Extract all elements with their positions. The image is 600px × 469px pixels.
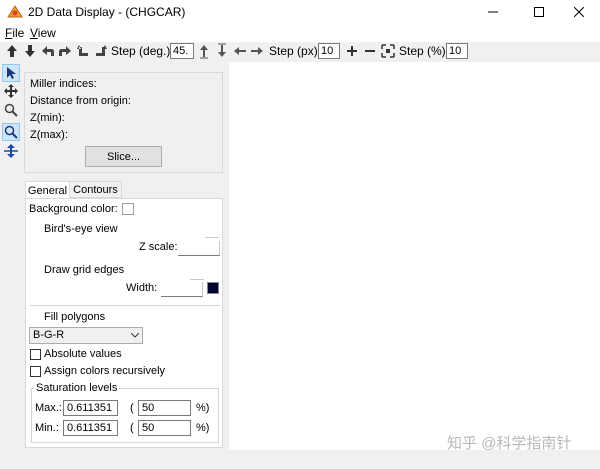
fit-view-icon[interactable] [380, 43, 396, 59]
width-label: Width: [126, 282, 158, 294]
zmax-label: Z(max): [30, 129, 68, 141]
move-icon [4, 84, 18, 98]
max-value-input[interactable]: 0.611351 [63, 400, 118, 416]
zmin-label: Z(min): [30, 112, 65, 124]
max-percent-suffix: %) [196, 402, 210, 414]
toolbar: Step (deg.): 45. Step (px): 10 Step (%):… [0, 42, 600, 61]
absolute-values-label: Absolute values [44, 348, 122, 360]
assign-colors-checkbox[interactable] [30, 366, 41, 377]
width-input[interactable] [161, 282, 203, 297]
menu-file[interactable]: File [5, 26, 24, 40]
tab-general[interactable]: General [25, 181, 70, 199]
fill-scheme-select[interactable]: B-G-R [29, 327, 143, 344]
tool-strip [0, 62, 22, 462]
z-scale-label: Z scale: [139, 241, 178, 253]
slice-button[interactable]: Slice... [85, 146, 162, 167]
magnifier-active-icon [4, 125, 18, 139]
z-scale-divider [205, 237, 219, 238]
step-px-label: Step (px): [269, 44, 322, 58]
z-scale-input[interactable] [178, 241, 220, 256]
pointer-icon [7, 67, 16, 79]
zoom-tool[interactable] [2, 101, 20, 119]
z-scale-tool[interactable] [2, 142, 20, 160]
step-deg-input[interactable]: 45. [170, 43, 194, 59]
window-title: 2D Data Display - (CHGCAR) [28, 5, 186, 19]
vertical-resize-icon [4, 144, 18, 158]
arrow-left-icon[interactable] [232, 43, 248, 59]
pan-tool[interactable] [2, 82, 20, 100]
min-percent-input[interactable]: 50 [138, 420, 191, 436]
minimize-button[interactable] [470, 0, 516, 24]
min-percent-suffix: %) [196, 422, 210, 434]
background-color-swatch[interactable] [122, 203, 134, 215]
select-tool[interactable] [2, 64, 20, 82]
step-pct-label: Step (%): [399, 44, 450, 58]
max-open-paren: ( [130, 402, 134, 414]
arrow-up-icon[interactable] [196, 43, 212, 59]
close-icon [574, 7, 584, 17]
step-px-input[interactable]: 10 [318, 43, 340, 59]
close-button[interactable] [556, 0, 600, 24]
rotate-up-icon[interactable] [4, 43, 20, 59]
assign-colors-label: Assign colors recursively [44, 365, 166, 377]
min-label: Min.: [35, 422, 59, 434]
arrow-right-icon[interactable] [249, 43, 265, 59]
rotate-ccw-icon[interactable] [75, 43, 91, 59]
menu-view[interactable]: View [30, 26, 56, 40]
step-pct-input[interactable]: 10 [446, 43, 468, 59]
app-icon [7, 5, 23, 18]
rotate-right-icon[interactable] [57, 43, 73, 59]
saturation-group-label: Saturation levels [34, 382, 120, 394]
display-canvas[interactable] [229, 62, 600, 450]
distance-label: Distance from origin: [30, 95, 131, 107]
zoom-out-icon[interactable] [362, 43, 378, 59]
maximize-icon [534, 7, 544, 17]
width-divider [190, 279, 204, 280]
arrow-down-icon[interactable] [214, 43, 230, 59]
title-bar: 2D Data Display - (CHGCAR) [0, 0, 600, 24]
minimize-icon [488, 11, 498, 13]
min-open-paren: ( [130, 422, 134, 434]
separator [30, 305, 220, 306]
menu-bar: File View [0, 24, 600, 42]
zoom-in-icon[interactable] [344, 43, 360, 59]
miller-indices-label: Miller indices: [30, 78, 97, 90]
step-deg-label: Step (deg.): [111, 44, 174, 58]
watermark: 知乎 @科学指南针 [447, 435, 572, 452]
fill-scheme-value: B-G-R [33, 329, 65, 341]
absolute-values-checkbox[interactable] [30, 349, 41, 360]
fill-polygons-label: Fill polygons [44, 311, 106, 323]
magnifier-icon [4, 103, 18, 117]
zoom-region-tool[interactable] [2, 123, 20, 141]
rotate-left-icon[interactable] [40, 43, 56, 59]
chevron-down-icon [131, 333, 139, 338]
grid-color-swatch[interactable] [207, 282, 219, 294]
max-label: Max.: [35, 402, 62, 414]
birds-eye-label: Bird's-eye view [44, 223, 118, 235]
background-color-label: Background color: [29, 203, 118, 215]
min-value-input[interactable]: 0.611351 [63, 420, 118, 436]
rotate-cw-icon[interactable] [93, 43, 109, 59]
tab-contours[interactable]: Contours [70, 181, 122, 198]
max-percent-input[interactable]: 50 [138, 400, 191, 416]
rotate-down-icon[interactable] [22, 43, 38, 59]
draw-grid-label: Draw grid edges [44, 264, 125, 276]
